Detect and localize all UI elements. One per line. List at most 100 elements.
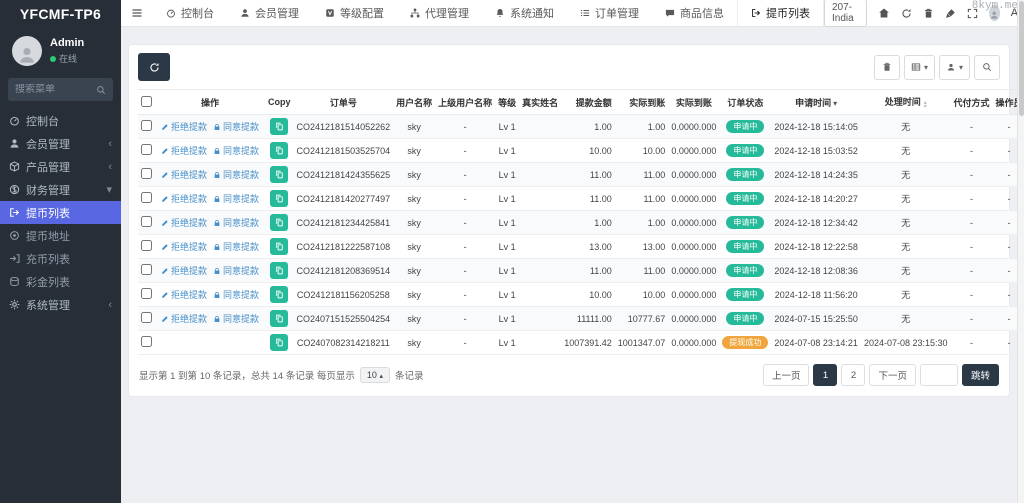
nav-tab-gauge[interactable]: 控制台 bbox=[153, 0, 227, 26]
copy-button[interactable] bbox=[270, 166, 288, 183]
row-checkbox[interactable] bbox=[141, 336, 152, 347]
nav-tab-signout[interactable]: 提币列表 bbox=[737, 0, 824, 26]
parent-user-cell: - bbox=[435, 139, 495, 163]
sidebar-item-box[interactable]: 产品管理‹ bbox=[0, 155, 121, 178]
sidebar-item-signout[interactable]: 提币列表 bbox=[0, 201, 121, 224]
sidebar-search-input[interactable] bbox=[15, 84, 96, 95]
approve-withdraw-link[interactable]: 同意提款 bbox=[213, 264, 259, 277]
pay-method-cell: - bbox=[951, 211, 993, 235]
chevron-left-icon: ‹ bbox=[108, 299, 112, 311]
row-checkbox[interactable] bbox=[141, 168, 152, 179]
approve-withdraw-link[interactable]: 同意提款 bbox=[213, 168, 259, 181]
reject-withdraw-link[interactable]: 拒绝提款 bbox=[161, 120, 207, 133]
sort-icon[interactable]: ▴▾ bbox=[924, 101, 927, 109]
reject-withdraw-link[interactable]: 拒绝提款 bbox=[161, 288, 207, 301]
refresh-icon[interactable] bbox=[901, 8, 912, 19]
approve-withdraw-link[interactable]: 同意提款 bbox=[213, 120, 259, 133]
caret-down-icon: ▾ bbox=[959, 63, 963, 72]
trash-icon[interactable] bbox=[923, 8, 934, 19]
next-page-button[interactable]: 下一页 bbox=[869, 364, 916, 386]
parent-user-cell: - bbox=[435, 283, 495, 307]
region-button[interactable]: 207-India bbox=[824, 0, 867, 27]
nav-tab-sitemap[interactable]: 代理管理 bbox=[397, 0, 482, 26]
clean-icon[interactable] bbox=[945, 8, 956, 19]
sort-desc-icon[interactable]: ▾ bbox=[833, 99, 837, 108]
row-checkbox[interactable] bbox=[141, 288, 152, 299]
reject-withdraw-link[interactable]: 拒绝提款 bbox=[161, 312, 207, 325]
copy-button[interactable] bbox=[270, 334, 288, 351]
vertical-scrollbar[interactable] bbox=[1017, 0, 1024, 503]
select-all-checkbox[interactable] bbox=[141, 96, 152, 107]
copy-button[interactable] bbox=[270, 238, 288, 255]
sidebar-item-money[interactable]: 财务管理▾ bbox=[0, 178, 121, 201]
home-icon[interactable] bbox=[878, 7, 890, 19]
row-checkbox[interactable] bbox=[141, 264, 152, 275]
row-checkbox[interactable] bbox=[141, 216, 152, 227]
search-icon[interactable] bbox=[96, 85, 106, 95]
user-name-cell: sky bbox=[393, 211, 435, 235]
approve-withdraw-label: 同意提款 bbox=[223, 144, 259, 157]
page-size-select[interactable]: 10 ▴ bbox=[360, 367, 390, 383]
sidebar-item-gauge[interactable]: 控制台 bbox=[0, 109, 121, 132]
sidebar-item-bonus[interactable]: 彩金列表 bbox=[0, 270, 121, 293]
page-button-2[interactable]: 2 bbox=[841, 364, 865, 386]
nav-tab-bell[interactable]: 系统通知 bbox=[482, 0, 567, 26]
table-refresh-button[interactable] bbox=[138, 53, 170, 81]
row-checkbox[interactable] bbox=[141, 192, 152, 203]
approve-withdraw-link[interactable]: 同意提款 bbox=[213, 240, 259, 253]
menu-toggle-icon[interactable] bbox=[121, 7, 153, 19]
sidebar-item-deposit[interactable]: 充币列表 bbox=[0, 247, 121, 270]
reject-withdraw-label: 拒绝提款 bbox=[171, 168, 207, 181]
sidebar-item-gear[interactable]: 系统管理‹ bbox=[0, 293, 121, 316]
pencil-icon bbox=[161, 147, 169, 155]
level-cell: Lv 1 bbox=[495, 187, 519, 211]
approve-withdraw-link[interactable]: 同意提款 bbox=[213, 288, 259, 301]
actual-amount2-cell: 0.0000.000 bbox=[668, 163, 719, 187]
prev-page-button[interactable]: 上一页 bbox=[763, 364, 810, 386]
columns-button[interactable]: ▾ bbox=[904, 55, 935, 80]
column-header: 操作 bbox=[155, 90, 265, 115]
copy-button[interactable] bbox=[270, 310, 288, 327]
scrollbar-thumb[interactable] bbox=[1019, 1, 1024, 116]
row-checkbox[interactable] bbox=[141, 240, 152, 251]
reject-withdraw-link[interactable]: 拒绝提款 bbox=[161, 168, 207, 181]
row-checkbox[interactable] bbox=[141, 120, 152, 131]
copy-button[interactable] bbox=[270, 262, 288, 279]
reject-withdraw-link[interactable]: 拒绝提款 bbox=[161, 240, 207, 253]
sidebar-item-user[interactable]: 会员管理‹ bbox=[0, 132, 121, 155]
approve-withdraw-link[interactable]: 同意提款 bbox=[213, 144, 259, 157]
sidebar-search[interactable] bbox=[8, 78, 113, 101]
page-button-1[interactable]: 1 bbox=[813, 364, 837, 386]
copy-button[interactable] bbox=[270, 190, 288, 207]
reject-withdraw-link[interactable]: 拒绝提款 bbox=[161, 192, 207, 205]
reject-withdraw-link[interactable]: 拒绝提款 bbox=[161, 144, 207, 157]
process-time-cell: 无 bbox=[861, 115, 951, 139]
column-header-label: 上级用户名称 bbox=[438, 98, 492, 108]
copy-button[interactable] bbox=[270, 214, 288, 231]
search-button[interactable] bbox=[974, 55, 1000, 80]
nav-tab-user[interactable]: 会员管理 bbox=[227, 0, 312, 26]
row-checkbox[interactable] bbox=[141, 312, 152, 323]
row-checkbox[interactable] bbox=[141, 144, 152, 155]
copy-button[interactable] bbox=[270, 142, 288, 159]
nav-tab-chat[interactable]: 商品信息 bbox=[652, 0, 737, 26]
approve-withdraw-link[interactable]: 同意提款 bbox=[213, 216, 259, 229]
column-header-label: 操作 bbox=[201, 98, 219, 108]
approve-withdraw-link[interactable]: 同意提款 bbox=[213, 312, 259, 325]
signout-icon bbox=[751, 8, 761, 18]
order-no-cell: CO2412181514052262 bbox=[294, 115, 394, 139]
sidebar-item-label: 产品管理 bbox=[26, 159, 102, 175]
page-jump-input[interactable] bbox=[920, 364, 958, 386]
page-jump-button[interactable]: 跳转 bbox=[962, 364, 999, 386]
toggle-pagination-button[interactable] bbox=[874, 55, 900, 80]
reject-withdraw-link[interactable]: 拒绝提款 bbox=[161, 264, 207, 277]
export-button[interactable]: ▾ bbox=[939, 55, 970, 80]
approve-withdraw-link[interactable]: 同意提款 bbox=[213, 192, 259, 205]
order-no-cell: CO2412181420277497 bbox=[294, 187, 394, 211]
copy-button[interactable] bbox=[270, 286, 288, 303]
reject-withdraw-link[interactable]: 拒绝提款 bbox=[161, 216, 207, 229]
copy-button[interactable] bbox=[270, 118, 288, 135]
nav-tab-list[interactable]: 订单管理 bbox=[567, 0, 652, 26]
nav-tab-levels[interactable]: 等级配置 bbox=[312, 0, 397, 26]
sidebar-item-address[interactable]: 提币地址 bbox=[0, 224, 121, 247]
